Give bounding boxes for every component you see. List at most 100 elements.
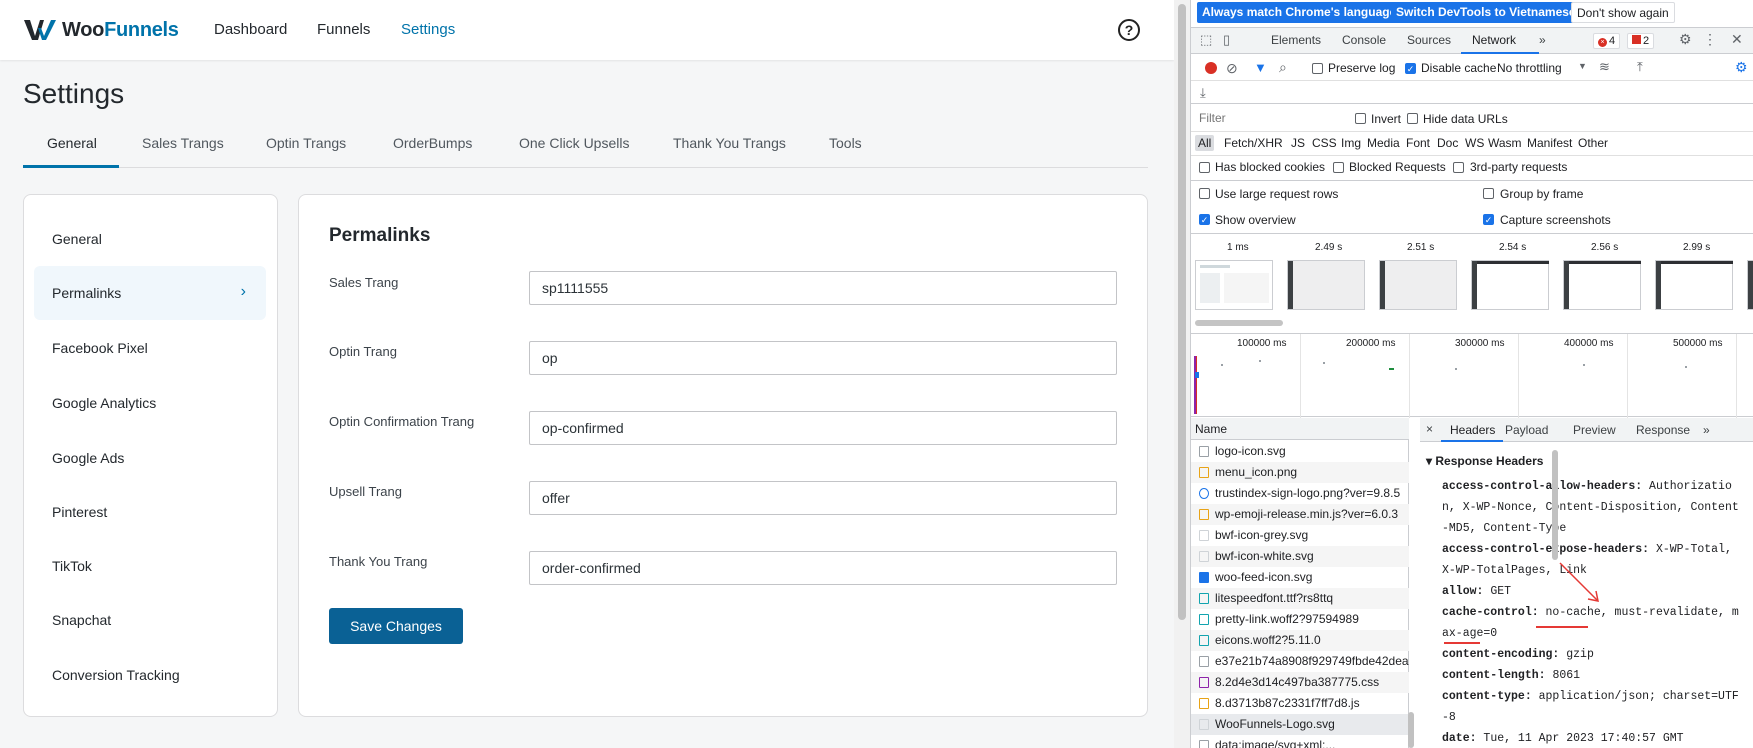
filter-input[interactable] [1195, 109, 1343, 127]
show-overview-checkbox[interactable]: ✓ [1199, 214, 1210, 225]
chevron-down-icon[interactable]: ▼ [1578, 61, 1587, 71]
inspect-element-icon[interactable]: ⬚ [1200, 32, 1212, 48]
type-manifest[interactable]: Manifest [1527, 136, 1572, 150]
network-conditions-icon[interactable]: ≋ [1599, 59, 1610, 75]
help-icon[interactable]: ? [1118, 19, 1140, 41]
errors-badge[interactable]: × 4 [1593, 33, 1621, 49]
type-fetch-xhr[interactable]: Fetch/XHR [1224, 136, 1283, 150]
export-har-icon[interactable]: ⤓ [1200, 85, 1206, 101]
woofunnels-logo[interactable]: WooFunnels [24, 18, 179, 42]
import-har-icon[interactable]: ⤒ [1637, 59, 1643, 75]
match-chrome-language-button[interactable]: Always match Chrome's language [1197, 2, 1402, 23]
screenshot-thumbnail[interactable] [1379, 260, 1457, 310]
tab-sources[interactable]: Sources [1407, 33, 1451, 47]
optin-confirmation-trang-input[interactable] [529, 411, 1117, 445]
request-row[interactable]: wp-emoji-release.min.js?ver=6.0.3 [1191, 504, 1409, 525]
request-row[interactable]: 8.d3713b87c2331f7ff7d8.js [1191, 693, 1409, 714]
tab-preview[interactable]: Preview [1573, 423, 1616, 437]
screenshot-thumbnail[interactable] [1195, 260, 1273, 310]
request-row[interactable]: e37e21b74a8908f929749fbde42dea [1191, 651, 1409, 672]
sidebar-item-facebook-pixel[interactable]: Facebook Pixel [34, 321, 266, 375]
nav-funnels[interactable]: Funnels [317, 21, 370, 38]
thank-you-trang-input[interactable] [529, 551, 1117, 585]
tab-headers[interactable]: Headers [1450, 423, 1495, 437]
type-ws[interactable]: WS [1465, 136, 1484, 150]
disable-cache-checkbox[interactable]: ✓ [1405, 63, 1416, 74]
page-scrollbar-thumb[interactable] [1178, 4, 1186, 620]
tab-console[interactable]: Console [1342, 33, 1386, 47]
clear-icon[interactable]: ⊘ [1226, 60, 1238, 77]
capture-screenshots-checkbox[interactable]: ✓ [1483, 214, 1494, 225]
has-blocked-cookies-checkbox[interactable] [1199, 162, 1210, 173]
warnings-badge[interactable]: 2 [1627, 33, 1655, 49]
tab-orderbumps[interactable]: OrderBumps [393, 135, 472, 151]
screenshot-thumbnail[interactable] [1287, 260, 1365, 310]
type-wasm[interactable]: Wasm [1488, 136, 1522, 150]
request-row[interactable]: bwf-icon-grey.svg [1191, 525, 1409, 546]
more-tabs-icon[interactable]: » [1539, 33, 1546, 47]
tab-optin-trangs[interactable]: Optin Trangs [266, 135, 346, 151]
hide-data-urls-checkbox[interactable] [1407, 113, 1418, 124]
sidebar-item-tiktok[interactable]: TikTok [34, 539, 266, 593]
type-other[interactable]: Other [1578, 136, 1608, 150]
tab-elements[interactable]: Elements [1271, 33, 1321, 47]
screenshots-scrollbar[interactable] [1195, 320, 1283, 326]
type-media[interactable]: Media [1367, 136, 1400, 150]
request-row[interactable]: trustindex-sign-logo.png?ver=9.8.5 [1191, 483, 1409, 504]
preserve-log-checkbox[interactable] [1312, 63, 1323, 74]
throttling-select[interactable]: No throttling [1497, 61, 1562, 75]
network-settings-gear-icon[interactable]: ⚙ [1735, 59, 1748, 76]
request-list-scrollbar[interactable] [1408, 712, 1414, 748]
sidebar-item-pinterest[interactable]: Pinterest [34, 485, 266, 539]
type-css[interactable]: CSS [1312, 136, 1337, 150]
tab-thank-you-trangs[interactable]: Thank You Trangs [673, 135, 786, 151]
group-by-frame-checkbox[interactable] [1483, 188, 1494, 199]
request-row[interactable]: menu_icon.png [1191, 462, 1409, 483]
request-row[interactable]: eicons.woff2?5.11.0 [1191, 630, 1409, 651]
request-row[interactable]: logo-icon.svg [1191, 441, 1409, 462]
upsell-trang-input[interactable] [529, 481, 1117, 515]
request-row[interactable]: litespeedfont.ttf?rs8ttq [1191, 588, 1409, 609]
request-row[interactable]: 8.2d4e3d14c497ba387775.css [1191, 672, 1409, 693]
tab-general[interactable]: General [47, 135, 97, 151]
sidebar-item-snapchat[interactable]: Snapchat [34, 593, 266, 647]
sidebar-item-google-ads[interactable]: Google Ads [34, 431, 266, 485]
sidebar-item-general[interactable]: General [34, 212, 266, 266]
sidebar-item-conversion-tracking[interactable]: Conversion Tracking [34, 648, 266, 702]
sales-trang-input[interactable] [529, 271, 1117, 305]
blocked-requests-checkbox[interactable] [1333, 162, 1344, 173]
tab-sales-trangs[interactable]: Sales Trangs [142, 135, 224, 151]
screenshot-thumbnail[interactable] [1563, 260, 1641, 310]
close-detail-icon[interactable]: × [1426, 422, 1433, 436]
request-row[interactable]: data:image/svg+xml;... [1191, 735, 1409, 748]
sidebar-item-google-analytics[interactable]: Google Analytics [34, 376, 266, 430]
dont-show-again-button[interactable]: Don't show again [1571, 2, 1675, 23]
switch-to-vietnamese-button[interactable]: Switch DevTools to Vietnamese [1391, 2, 1581, 23]
close-devtools-icon[interactable]: ✕ [1731, 31, 1743, 48]
response-headers-section[interactable]: ▾ Response Headers [1426, 454, 1543, 468]
tab-network[interactable]: Network [1472, 33, 1516, 47]
save-changes-button[interactable]: Save Changes [329, 608, 463, 644]
sidebar-item-permalinks[interactable]: Permalinks › [34, 266, 266, 320]
nav-dashboard[interactable]: Dashboard [214, 21, 287, 38]
type-js[interactable]: JS [1291, 136, 1305, 150]
screenshot-thumbnail[interactable] [1471, 260, 1549, 310]
request-row[interactable]: bwf-icon-white.svg [1191, 546, 1409, 567]
optin-trang-input[interactable] [529, 341, 1117, 375]
type-all[interactable]: All [1195, 135, 1215, 151]
type-img[interactable]: Img [1341, 136, 1361, 150]
device-toolbar-icon[interactable]: ▯ [1223, 32, 1230, 48]
invert-checkbox[interactable] [1355, 113, 1366, 124]
search-icon[interactable]: ⌕ [1279, 59, 1287, 76]
screenshot-thumbnail[interactable] [1655, 260, 1733, 310]
record-icon[interactable] [1205, 62, 1217, 74]
detail-scrollbar[interactable] [1552, 450, 1558, 560]
kebab-menu-icon[interactable]: ⋮ [1703, 31, 1717, 48]
third-party-requests-checkbox[interactable] [1453, 162, 1464, 173]
nav-settings[interactable]: Settings [401, 21, 455, 38]
large-rows-checkbox[interactable] [1199, 188, 1210, 199]
more-detail-tabs-icon[interactable]: » [1703, 423, 1710, 437]
request-row-selected[interactable]: WooFunnels-Logo.svg [1191, 714, 1409, 735]
gear-icon[interactable]: ⚙ [1679, 31, 1692, 48]
name-column-header[interactable]: Name [1191, 418, 1409, 440]
